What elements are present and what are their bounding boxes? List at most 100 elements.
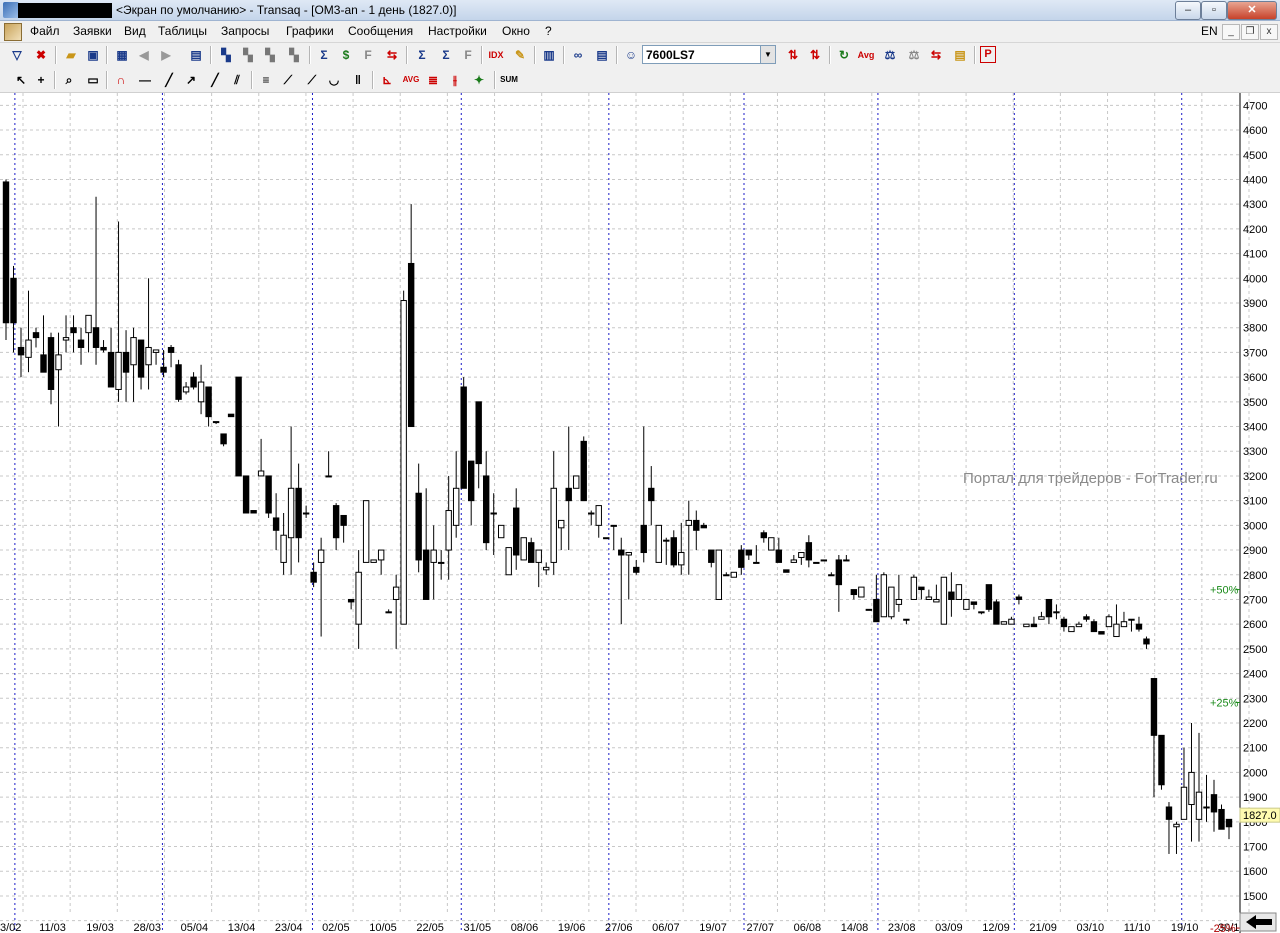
candle-up	[723, 574, 730, 577]
menu-view[interactable]: Вид	[124, 24, 146, 38]
line-icon[interactable]: ╱	[206, 71, 224, 89]
menu-orders[interactable]: Заявки	[73, 24, 112, 38]
candle-down	[460, 386, 467, 489]
copy2-icon[interactable]: ▚	[239, 46, 257, 64]
ray-icon[interactable]: ↗	[182, 71, 200, 89]
candle-up	[385, 611, 392, 614]
menu-charts[interactable]: Графики	[286, 24, 334, 38]
x-tick-label: 05/04	[181, 922, 209, 933]
filter-table-icon[interactable]: ▤	[593, 46, 611, 64]
y-tick-label: 2000	[1243, 767, 1267, 779]
candles-icon[interactable]: ⫲	[446, 71, 464, 89]
arcs-icon[interactable]: ◡	[325, 71, 343, 89]
candle-up	[1000, 621, 1008, 625]
refresh-icon[interactable]: ↻	[835, 46, 853, 64]
close-button[interactable]: ✕	[1227, 1, 1277, 20]
menu-file[interactable]: Файл	[30, 24, 60, 38]
magnet-icon[interactable]: ∩	[112, 71, 130, 89]
fl-icon[interactable]: F	[459, 46, 477, 64]
buy-icon[interactable]: ⇅	[784, 46, 802, 64]
price-chart[interactable]: 1400150016001700180019002000210022002300…	[0, 93, 1280, 933]
scales-icon[interactable]: ⚖	[881, 46, 899, 64]
cursor-icon[interactable]: ↖	[12, 71, 30, 89]
plot-area	[0, 93, 1240, 933]
candle-down	[347, 598, 355, 603]
copy3-icon[interactable]: ▚	[261, 46, 279, 64]
fan-icon[interactable]: ⟋	[279, 71, 297, 89]
y-tick-label: 4300	[1243, 199, 1267, 211]
notes-icon[interactable]: ▤	[187, 46, 205, 64]
chevron-down-icon[interactable]: ▼	[760, 46, 775, 63]
y-tick-label: 2200	[1243, 718, 1267, 730]
futures-icon[interactable]: F	[359, 46, 377, 64]
average-icon[interactable]: Avg	[857, 46, 875, 64]
time-zones-icon[interactable]: ‖	[349, 71, 367, 89]
y-tick-label: 4500	[1243, 150, 1267, 162]
candle-down	[265, 475, 272, 514]
scroll-left-button[interactable]	[1239, 912, 1277, 932]
menu-help[interactable]: ?	[545, 24, 552, 38]
cancel-orders-icon[interactable]: ✖	[32, 46, 50, 64]
maximize-button[interactable]: ▫	[1201, 1, 1227, 20]
candle-down	[1210, 794, 1218, 813]
p-icon[interactable]: P	[980, 46, 996, 63]
candle-up	[430, 549, 437, 563]
candle-up	[1188, 771, 1195, 806]
forward-arrow-icon[interactable]: ▶	[157, 46, 175, 64]
back-arrow-icon[interactable]: ◀	[135, 46, 153, 64]
menu-settings[interactable]: Настройки	[428, 24, 487, 38]
dollar-icon[interactable]: $	[337, 46, 355, 64]
index-icon[interactable]: IDX	[487, 46, 505, 64]
fan2-icon[interactable]: ⟋	[303, 71, 321, 89]
fib-levels-icon[interactable]: ≡	[257, 71, 275, 89]
zoom-icon[interactable]: ⌕	[60, 71, 78, 89]
candle-down	[693, 519, 700, 531]
menu-window[interactable]: Окно	[502, 24, 530, 38]
menu-requests[interactable]: Запросы	[221, 24, 269, 38]
hline-icon[interactable]: —	[136, 71, 154, 89]
summary-icon[interactable]: SUM	[500, 71, 518, 89]
trendline-icon[interactable]: ╱	[160, 71, 178, 89]
order-book-icon[interactable]: ▥	[540, 46, 558, 64]
ruler-icon[interactable]: ▭	[84, 71, 102, 89]
ticker-select[interactable]: 7600LS7 ▼	[642, 45, 776, 64]
users-icon[interactable]: ☺	[622, 46, 640, 64]
sigma-icon[interactable]: Σ	[315, 46, 333, 64]
candle-down	[745, 549, 753, 556]
news-icon[interactable]: ▤	[951, 46, 969, 64]
bars-icon[interactable]: ≣	[424, 71, 442, 89]
exchange-icon[interactable]: ⇆	[383, 46, 401, 64]
candle-up	[940, 576, 948, 625]
menu-messages[interactable]: Сообщения	[348, 24, 413, 38]
scales2-icon[interactable]: ⚖	[905, 46, 923, 64]
sigma-l-icon[interactable]: Σ	[437, 46, 455, 64]
candle-down	[475, 401, 482, 465]
candle-down	[873, 598, 880, 623]
exchange2-icon[interactable]: ⇆	[927, 46, 945, 64]
minimize-button[interactable]: –	[1175, 1, 1201, 20]
add-indicator-icon[interactable]: ✦	[470, 71, 488, 89]
copy-icon[interactable]: ▚	[217, 46, 235, 64]
save-icon[interactable]: ▣	[84, 46, 102, 64]
mdi-close-button[interactable]: x	[1260, 24, 1278, 40]
pencil-icon[interactable]: ✎	[511, 46, 529, 64]
language-indicator[interactable]: EN	[1201, 24, 1218, 38]
crosshair-icon[interactable]: +	[32, 71, 50, 89]
chart-window-icon[interactable]	[4, 23, 22, 41]
avg-indicator-icon[interactable]: AVG	[402, 71, 420, 89]
chart-type-icon[interactable]: ⊾	[378, 71, 396, 89]
candle-down	[783, 569, 790, 573]
candle-down	[175, 364, 182, 400]
channel-icon[interactable]: ⫽	[228, 71, 246, 89]
sigma-p-icon[interactable]: Σ	[413, 46, 431, 64]
funnel-icon[interactable]: ▽	[8, 46, 26, 64]
mdi-restore-button[interactable]: ❐	[1241, 24, 1259, 40]
sell-icon[interactable]: ⇅	[806, 46, 824, 64]
x-tick-label: 27/07	[746, 922, 774, 933]
binoculars-icon[interactable]: ∞	[569, 46, 587, 64]
copy4-icon[interactable]: ▚	[285, 46, 303, 64]
menu-tables[interactable]: Таблицы	[158, 24, 207, 38]
mdi-minimize-button[interactable]: _	[1222, 24, 1240, 40]
table-icon[interactable]: ▦	[113, 46, 131, 64]
open-folder-icon[interactable]: ▰	[62, 46, 80, 64]
